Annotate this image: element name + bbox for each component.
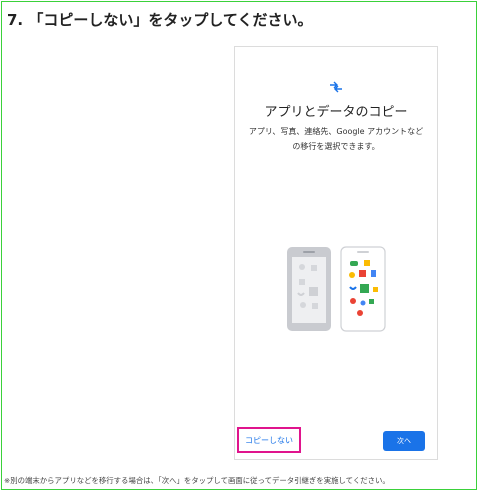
copy-none-button[interactable]: コピーしない xyxy=(239,429,299,451)
footnote: ※別の端末からアプリなどを移行する場合は、「次へ」をタップして画面に従ってデータ… xyxy=(4,476,390,485)
screen-title: アプリとデータのコピー xyxy=(264,105,408,120)
highlight-box: コピーしない xyxy=(237,427,301,453)
step-title: 7. 「コピーしない」をタップしてください。 xyxy=(7,11,313,29)
description-line-2: の移行を選択できます。 xyxy=(292,142,380,151)
description-line-1: アプリ、写真、連絡先、Google アカウントなど xyxy=(248,127,424,136)
screen-description: アプリ、写真、連絡先、Google アカウントなど の移行を選択できます。 xyxy=(245,124,427,154)
next-button[interactable]: 次へ xyxy=(383,431,425,451)
transfer-arrows-icon xyxy=(330,81,342,93)
phone-screen: アプリとデータのコピー アプリ、写真、連絡先、Google アカウントなど の移… xyxy=(234,46,438,460)
two-phones-transfer-illustration xyxy=(287,246,386,332)
